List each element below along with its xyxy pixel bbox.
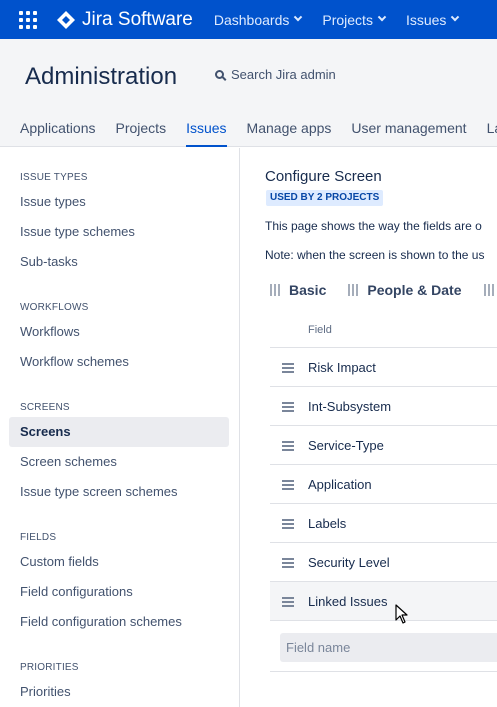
nav-projects[interactable]: Projects [322, 11, 387, 28]
jira-logo[interactable]: Jira Software [56, 9, 193, 31]
tab-latest[interactable]: Lat [487, 120, 497, 147]
screen-tab-people-date-label: People & Date [367, 282, 462, 298]
field-name-input[interactable] [280, 633, 497, 662]
admin-search-label: Search Jira admin [231, 67, 336, 82]
drag-handle-icon[interactable] [282, 596, 294, 607]
admin-header: Administration Search Jira admin Applica… [0, 39, 497, 147]
tab-projects[interactable]: Projects [116, 120, 167, 147]
field-table: Field Risk Impact Int-Subsystem Service-… [270, 312, 497, 672]
sidebar-item-field-configuration-schemes[interactable]: Field configuration schemes [9, 607, 229, 637]
table-row[interactable]: Linked Issues [270, 582, 497, 621]
sidebar-item-workflow-schemes[interactable]: Workflow schemes [9, 347, 229, 377]
field-name: Linked Issues [308, 593, 388, 609]
field-name: Security Level [308, 554, 390, 570]
nav-projects-label: Projects [322, 11, 373, 28]
field-name: Labels [308, 515, 347, 531]
screen-tab-basic[interactable]: Basic [270, 279, 326, 301]
field-name: Service-Type [308, 437, 384, 453]
field-name: Risk Impact [308, 359, 376, 375]
drag-handle-icon[interactable] [270, 284, 280, 296]
drag-handle-icon[interactable] [282, 362, 294, 373]
tab-issues[interactable]: Issues [186, 120, 227, 147]
chevron-down-icon [451, 12, 460, 21]
sidebar-item-priorities[interactable]: Priorities [9, 677, 229, 707]
sidebar-item-issue-type-schemes[interactable]: Issue type schemes [9, 217, 229, 247]
sidebar-item-screen-schemes[interactable]: Screen schemes [9, 447, 229, 477]
table-row[interactable]: Risk Impact [270, 348, 497, 387]
sidebar-item-issue-types[interactable]: Issue types [9, 187, 229, 217]
drag-handle-icon[interactable] [282, 401, 294, 412]
configure-screen-title: Configure Screen [265, 168, 382, 185]
brand-name: Jira Software [82, 8, 193, 30]
screen-tab-basic-label: Basic [289, 282, 327, 298]
nav-dashboards-label: Dashboards [213, 11, 290, 28]
add-field-row [270, 621, 497, 672]
table-row[interactable]: Labels [270, 504, 497, 543]
page-note: Note: when the screen is shown to the us [265, 248, 485, 262]
nav-issues-label: Issues [405, 11, 447, 28]
screen-tab-people-date[interactable]: People & Date [348, 279, 462, 301]
status-badge[interactable]: USED BY 2 PROJECTS [266, 190, 384, 206]
nav-dashboards[interactable]: Dashboards [213, 11, 303, 28]
nav-issues[interactable]: Issues [405, 11, 460, 28]
page-description: This page shows the way the fields are o [265, 219, 482, 233]
table-row[interactable]: Application [270, 465, 497, 504]
sidebar-item-custom-fields[interactable]: Custom fields [9, 547, 229, 577]
main-content: Configure Screen USED BY 2 PROJECTS This… [241, 148, 497, 707]
drag-handle-icon[interactable] [348, 284, 359, 296]
top-navigation-bar: Jira Software Dashboards Projects Issues [0, 0, 497, 39]
sidebar: ISSUE TYPES Issue types Issue type schem… [0, 148, 240, 707]
screen-tabs: Basic People & Date [270, 279, 497, 301]
app-switcher-icon[interactable] [19, 10, 37, 29]
sidebar-item-workflows[interactable]: Workflows [9, 317, 229, 347]
table-row[interactable]: Service-Type [270, 426, 497, 465]
section-title-screens: SCREENS [20, 402, 70, 413]
search-icon [215, 70, 224, 79]
field-name: Application [308, 476, 372, 492]
field-name: Int-Subsystem [308, 398, 392, 414]
drag-handle-icon[interactable] [282, 440, 294, 451]
sidebar-item-field-configurations[interactable]: Field configurations [9, 577, 229, 607]
page-title: Administration [25, 63, 178, 90]
section-title-workflows: WORKFLOWS [20, 302, 89, 313]
sidebar-item-sub-tasks[interactable]: Sub-tasks [9, 247, 229, 277]
screen-tab-next[interactable] [483, 279, 497, 301]
jira-logo-icon [57, 10, 75, 29]
section-title-issue-types: ISSUE TYPES [20, 172, 88, 183]
chevron-down-icon [294, 12, 303, 21]
chevron-down-icon [377, 12, 387, 21]
drag-handle-icon[interactable] [282, 557, 294, 568]
admin-tabs: Applications Projects Issues Manage apps… [20, 120, 497, 147]
section-title-fields: FIELDS [20, 532, 57, 543]
drag-handle-icon[interactable] [282, 518, 294, 529]
admin-search[interactable]: Search Jira admin [215, 67, 336, 82]
sidebar-item-screens[interactable]: Screens [9, 417, 229, 447]
table-header-field: Field [270, 312, 497, 348]
mouse-cursor-icon [395, 604, 408, 624]
drag-handle-icon[interactable] [282, 479, 294, 490]
drag-handle-icon[interactable] [483, 284, 494, 296]
tab-applications[interactable]: Applications [20, 120, 96, 147]
tab-user-management[interactable]: User management [351, 120, 466, 147]
tab-manage-apps[interactable]: Manage apps [247, 120, 332, 147]
table-row[interactable]: Int-Subsystem [270, 387, 497, 426]
table-row[interactable]: Security Level [270, 543, 497, 582]
sidebar-item-issue-type-screen-schemes[interactable]: Issue type screen schemes [9, 477, 229, 507]
section-title-priorities: PRIORITIES [20, 662, 79, 673]
